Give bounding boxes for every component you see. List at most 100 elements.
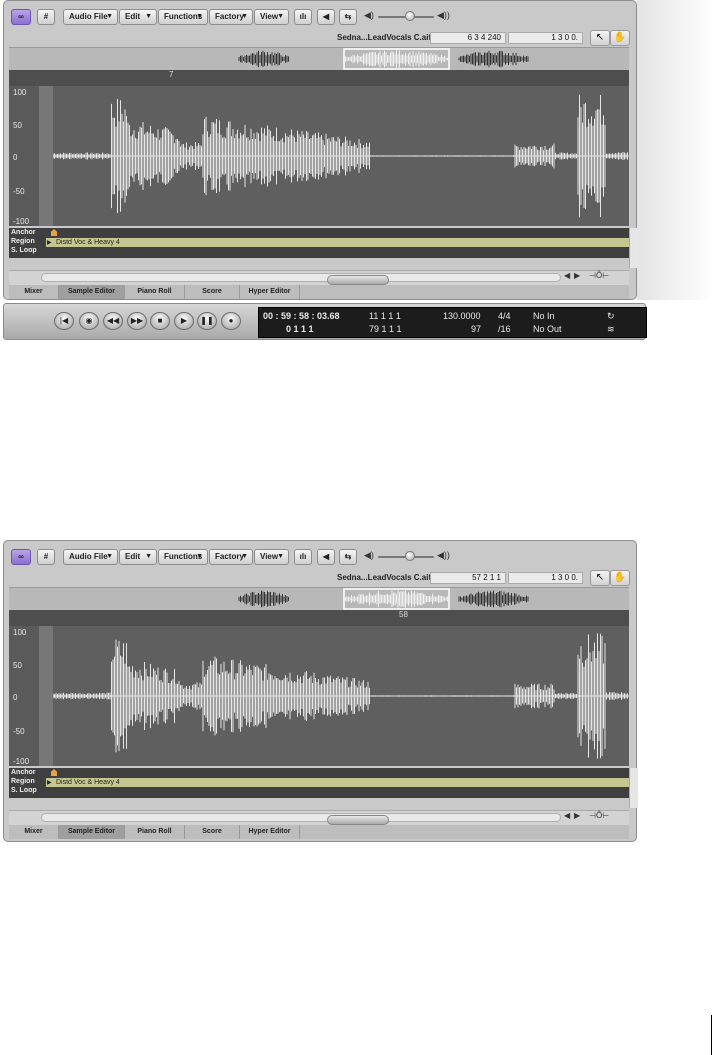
- tab-score[interactable]: Score: [185, 825, 240, 839]
- catch-button[interactable]: ⇆: [339, 549, 357, 565]
- play-from-selection-icon: ◉: [85, 316, 93, 325]
- scrollbar-thumb[interactable]: [327, 815, 389, 825]
- waveform-view-button[interactable]: ılı: [294, 549, 312, 565]
- tab-sample-editor[interactable]: Sample Editor: [59, 825, 125, 839]
- go-to-start-button[interactable]: |◀: [54, 312, 74, 330]
- amplitude-scale: 100 50 0 -50 -100: [9, 626, 39, 766]
- region-bar[interactable]: ▶ Distd Voc & Heavy 4: [46, 238, 629, 247]
- bars-icon: ılı: [299, 12, 307, 21]
- pause-icon: ❚❚: [200, 316, 214, 325]
- horizontal-scroll-row: ◀ ▶ ⊣Ô⊢: [9, 810, 629, 825]
- cycle-icon[interactable]: ↻: [607, 311, 615, 322]
- region-bar[interactable]: ▶ Distd Voc & Heavy 4: [46, 778, 629, 787]
- chevron-down-icon: ▼: [277, 553, 284, 560]
- sharp-button[interactable]: #: [37, 549, 55, 565]
- play-region-icon[interactable]: ▶: [47, 239, 52, 246]
- hand-tool-menu[interactable]: ✋: [610, 30, 630, 46]
- link-button[interactable]: ∞: [11, 9, 31, 25]
- play-from-selection-button[interactable]: ◉: [79, 312, 99, 330]
- sharp-button[interactable]: #: [37, 9, 55, 25]
- link-button[interactable]: ∞: [11, 549, 31, 565]
- pointer-icon: ↖: [595, 572, 605, 583]
- amplitude-label: 50: [13, 121, 22, 130]
- rewind-button[interactable]: ◀◀: [103, 312, 123, 330]
- vertical-zoom-scroll[interactable]: [629, 768, 638, 808]
- anchor-marker[interactable]: [51, 229, 57, 236]
- transport-display[interactable]: 00 : 59 : 58 : 03.68 0 1 1 1 11 1 1 1 79…: [258, 307, 647, 338]
- overview-waveform: [238, 48, 529, 70]
- stop-button[interactable]: ■: [150, 312, 170, 330]
- view-menu[interactable]: View ▼: [254, 549, 289, 565]
- waveform-display[interactable]: 100 50 0 -50 -100: [9, 86, 629, 226]
- vertical-zoom-scroll[interactable]: [629, 228, 638, 268]
- play-region-icon[interactable]: ▶: [47, 779, 52, 786]
- tab-mixer[interactable]: Mixer: [9, 825, 59, 839]
- time-signature: 4/4: [498, 311, 511, 321]
- chevron-down-icon: ▼: [145, 13, 152, 20]
- waveform-display[interactable]: 100 50 0 -50 -100: [9, 626, 629, 766]
- waveform-overview[interactable]: [9, 47, 629, 71]
- zoom-slider-icon[interactable]: ⊣Ô⊢: [589, 271, 609, 280]
- tab-hyper-editor[interactable]: Hyper Editor: [240, 285, 300, 299]
- tempo-secondary: 97: [471, 324, 482, 334]
- pointer-tool-menu[interactable]: ↖: [590, 570, 610, 586]
- zoom-slider-icon[interactable]: ⊣Ô⊢: [589, 811, 609, 820]
- transport-bar: |◀ ◉ ◀◀ ▶▶ ■ ▶ ❚❚ ● 00 : 59 : 58 : 03.68…: [3, 303, 647, 340]
- tab-piano-roll[interactable]: Piano Roll: [125, 285, 185, 299]
- factory-menu[interactable]: Factory ▼: [209, 9, 253, 25]
- volume-slider-knob[interactable]: [405, 551, 415, 561]
- length-display[interactable]: 1 3 0 0.: [508, 32, 583, 44]
- horizontal-scroll-row: ◀ ▶ ⊣Ô⊢: [9, 270, 629, 285]
- volume-slider-knob[interactable]: [405, 11, 415, 21]
- horizontal-scrollbar[interactable]: [41, 813, 561, 825]
- view-menu[interactable]: View ▼: [254, 9, 289, 25]
- position-display[interactable]: 6 3 4 240: [430, 32, 506, 44]
- bar-position: 0 1 1 1: [286, 324, 314, 334]
- hand-tool-menu[interactable]: ✋: [610, 570, 630, 586]
- midi-out: No Out: [533, 324, 562, 334]
- amplitude-label: 100: [13, 88, 27, 97]
- audio-file-menu[interactable]: Audio File ▼: [63, 9, 118, 25]
- amplitude-label: -50: [13, 727, 25, 736]
- edit-menu[interactable]: Edit ▼: [119, 549, 157, 565]
- tab-score[interactable]: Score: [185, 285, 240, 299]
- bar-ruler[interactable]: 58: [9, 610, 629, 626]
- waveform-overview[interactable]: [9, 587, 629, 611]
- pause-button[interactable]: ❚❚: [197, 312, 217, 330]
- sharp-icon: #: [43, 12, 49, 21]
- scroll-right-icon[interactable]: ▶: [574, 811, 580, 820]
- volume-high-icon: ◀)): [437, 10, 450, 20]
- sample-editor-screenshot-2: ∞ # Audio File ▼ Edit ▼ Functions ▼ Factory…: [0, 540, 713, 845]
- fast-forward-button[interactable]: ▶▶: [127, 312, 147, 330]
- bars-icon: ılı: [299, 552, 307, 561]
- menu-label: Factory: [215, 12, 244, 21]
- play-button[interactable]: ▶: [174, 312, 194, 330]
- catch-button[interactable]: ⇆: [339, 9, 357, 25]
- replace-icon[interactable]: ≋: [607, 324, 615, 335]
- scroll-right-icon[interactable]: ▶: [574, 271, 580, 280]
- factory-menu[interactable]: Factory ▼: [209, 549, 253, 565]
- pointer-tool-menu[interactable]: ↖: [590, 30, 610, 46]
- toolbar: ∞ # Audio File ▼ Edit ▼ Functions ▼ Factory…: [7, 9, 632, 27]
- horizontal-scrollbar[interactable]: [41, 273, 561, 285]
- scroll-left-icon[interactable]: ◀: [564, 271, 570, 280]
- audio-waveform: [53, 633, 629, 759]
- anchor-marker[interactable]: [51, 769, 57, 776]
- record-button[interactable]: ●: [221, 312, 241, 330]
- functions-menu[interactable]: Functions ▼: [158, 549, 208, 565]
- tab-piano-roll[interactable]: Piano Roll: [125, 825, 185, 839]
- audio-file-menu[interactable]: Audio File ▼: [63, 549, 118, 565]
- functions-menu[interactable]: Functions ▼: [158, 9, 208, 25]
- edit-menu[interactable]: Edit ▼: [119, 9, 157, 25]
- tab-hyper-editor[interactable]: Hyper Editor: [240, 825, 300, 839]
- scrollbar-thumb[interactable]: [327, 275, 389, 285]
- tab-mixer[interactable]: Mixer: [9, 285, 59, 299]
- prelisten-button[interactable]: ◀: [317, 9, 335, 25]
- prelisten-button[interactable]: ◀: [317, 549, 335, 565]
- waveform-view-button[interactable]: ılı: [294, 9, 312, 25]
- bar-ruler[interactable]: 7: [9, 70, 629, 86]
- position-display[interactable]: 57 2 1 1: [430, 572, 506, 584]
- length-display[interactable]: 1 3 0 0.: [508, 572, 583, 584]
- scroll-left-icon[interactable]: ◀: [564, 811, 570, 820]
- tab-sample-editor[interactable]: Sample Editor: [59, 285, 125, 299]
